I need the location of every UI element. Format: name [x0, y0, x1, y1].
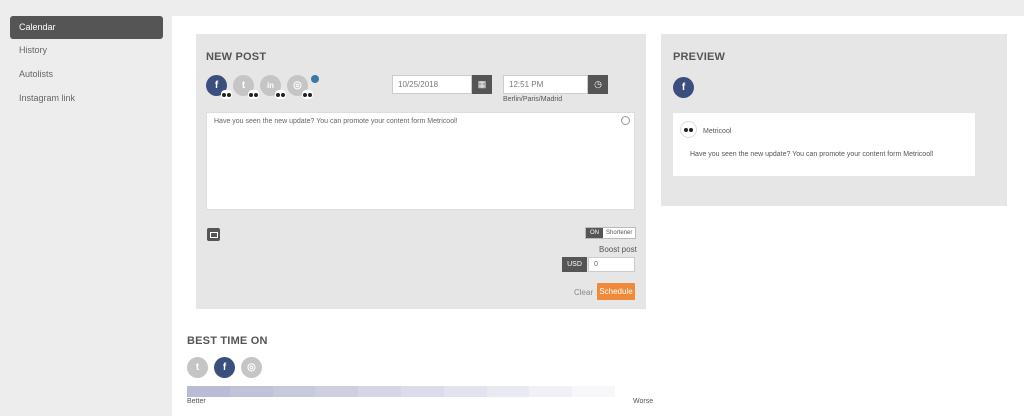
- settings-gear-icon[interactable]: [311, 75, 319, 83]
- main-panel: NEW POST f t in ◎ 10/25/2018 ▦ 12:51 PM …: [172, 16, 1024, 416]
- metricool-badge-icon: [302, 90, 313, 99]
- preview-title: PREVIEW: [673, 51, 726, 63]
- network-instagram-button[interactable]: ◎: [287, 75, 313, 99]
- currency-select[interactable]: USD: [562, 257, 587, 272]
- new-post-panel: NEW POST f t in ◎ 10/25/2018 ▦ 12:51 PM …: [196, 34, 646, 309]
- linkedin-icon: in: [266, 81, 275, 90]
- new-post-title: NEW POST: [206, 51, 267, 63]
- message-textarea[interactable]: Have you seen the new update? You can pr…: [206, 112, 635, 210]
- facebook-icon: f: [214, 80, 219, 91]
- metricool-badge-icon: [248, 90, 259, 99]
- schedule-button[interactable]: Schedule: [597, 283, 635, 300]
- sidebar-item-calendar[interactable]: Calendar: [10, 16, 163, 39]
- instagram-icon: ◎: [293, 80, 302, 91]
- boost-amount-input[interactable]: 0: [588, 257, 635, 272]
- sidebar-item-history[interactable]: History: [10, 39, 163, 62]
- sidebar: Calendar History Autolists Instagram lin…: [0, 0, 172, 416]
- preview-card: Metricool Have you seen the new update? …: [673, 113, 975, 176]
- shortener-toggle[interactable]: ON Shortener: [585, 227, 637, 239]
- preview-facebook-icon: f: [673, 77, 694, 98]
- clock-icon[interactable]: ◷: [588, 75, 608, 94]
- date-input[interactable]: 10/25/2018: [392, 75, 472, 94]
- avatar: [680, 121, 697, 138]
- facebook-icon: f: [222, 362, 227, 373]
- metricool-badge-icon: [221, 90, 232, 99]
- best-time-heatmap: [187, 386, 615, 397]
- preview-message: Have you seen the new update? You can pr…: [690, 151, 934, 158]
- sidebar-item-instagram-link[interactable]: Instagram link: [10, 87, 163, 110]
- shortener-on-label: ON: [586, 228, 603, 238]
- emoji-icon[interactable]: [621, 116, 630, 125]
- preview-account-name: Metricool: [703, 128, 732, 135]
- boost-post-label: Boost post: [599, 245, 637, 254]
- best-time-facebook-button[interactable]: f: [214, 357, 235, 378]
- twitter-icon: t: [241, 80, 246, 91]
- calendar-icon[interactable]: ▦: [472, 75, 492, 94]
- twitter-icon: t: [195, 362, 200, 373]
- best-time-instagram-button[interactable]: ◎: [241, 357, 262, 378]
- time-input[interactable]: 12:51 PM: [503, 75, 588, 94]
- preview-panel: PREVIEW f Metricool Have you seen the ne…: [661, 34, 1007, 206]
- best-time-twitter-button[interactable]: t: [187, 357, 208, 378]
- metricool-badge-icon: [275, 90, 286, 99]
- image-upload-icon[interactable]: [207, 228, 220, 241]
- sidebar-item-autolists[interactable]: Autolists: [10, 63, 163, 86]
- shortener-label: Shortener: [603, 228, 636, 238]
- clear-link[interactable]: Clear: [574, 288, 593, 297]
- instagram-icon: ◎: [247, 362, 256, 373]
- message-text: Have you seen the new update? You can pr…: [214, 118, 458, 125]
- timezone-label[interactable]: Berlin/Paris/Madrid: [503, 96, 562, 103]
- heatmap-better-label: Better: [187, 398, 206, 405]
- network-facebook-button[interactable]: f: [206, 75, 232, 99]
- best-time-title: BEST TIME ON: [187, 335, 268, 347]
- heatmap-worse-label: Worse: [633, 398, 654, 405]
- network-twitter-button[interactable]: t: [233, 75, 259, 99]
- network-linkedin-button[interactable]: in: [260, 75, 286, 99]
